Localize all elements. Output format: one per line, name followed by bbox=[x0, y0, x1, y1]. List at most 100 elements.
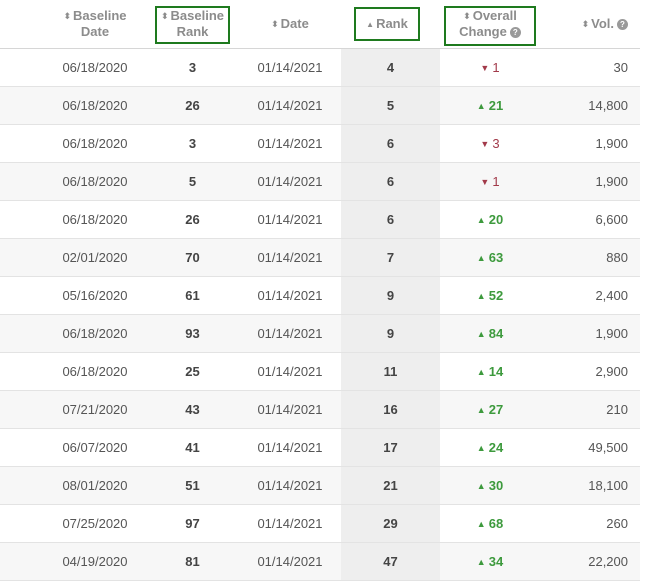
rank-cell: 6 bbox=[386, 174, 395, 189]
help-icon[interactable]: ? bbox=[617, 19, 628, 30]
up-arrow-icon: ▲ bbox=[476, 328, 486, 339]
overall-change-cell: ▲ 27 bbox=[444, 391, 536, 428]
table-row[interactable]: 06/18/2020 3 01/14/2021 4 ▼ 1 30 bbox=[0, 49, 640, 87]
rank-cell: 47 bbox=[383, 554, 398, 569]
table-header: ⬍ Baseline Date ⬍ Baseline Rank ⬍ Date ▲ Ran… bbox=[0, 0, 640, 49]
change-indicator: ▲ 63 bbox=[477, 250, 503, 265]
overall-change-cell: ▲ 20 bbox=[444, 201, 536, 238]
vol-cell: 880 bbox=[606, 250, 628, 265]
highlight-box-overall-change bbox=[444, 6, 536, 46]
up-arrow-icon: ▲ bbox=[476, 214, 486, 225]
vol-cell: 210 bbox=[606, 402, 628, 417]
change-value: 24 bbox=[488, 440, 504, 455]
rank-cell: 9 bbox=[386, 326, 395, 341]
table-row[interactable]: 06/18/2020 5 01/14/2021 6 ▼ 1 1,900 bbox=[0, 163, 640, 201]
rank-cell: 29 bbox=[383, 516, 398, 531]
baseline-rank-cell: 26 bbox=[185, 212, 200, 227]
baseline-date-cell: 06/18/2020 bbox=[62, 174, 128, 189]
up-arrow-icon: ▲ bbox=[476, 518, 486, 529]
change-value: 27 bbox=[488, 402, 504, 417]
rank-cell: 16 bbox=[383, 402, 398, 417]
table-row[interactable]: 04/19/2020 81 01/14/2021 47 ▲ 34 22,200 bbox=[0, 543, 640, 581]
ranking-table: ⬍ Baseline Date ⬍ Baseline Rank ⬍ Date ▲ Ran… bbox=[0, 0, 640, 581]
overall-change-cell: ▲ 14 bbox=[444, 353, 536, 390]
sort-icon: ⬍ bbox=[271, 19, 279, 29]
table-row[interactable]: 06/18/2020 26 01/14/2021 6 ▲ 20 6,600 bbox=[0, 201, 640, 239]
overall-change-cell: ▲ 34 bbox=[444, 543, 536, 580]
baseline-rank-cell: 93 bbox=[185, 326, 200, 341]
table-row[interactable]: 05/16/2020 61 01/14/2021 9 ▲ 52 2,400 bbox=[0, 277, 640, 315]
table-row[interactable]: 07/25/2020 97 01/14/2021 29 ▲ 68 260 bbox=[0, 505, 640, 543]
vol-cell: 14,800 bbox=[588, 98, 628, 113]
date-cell: 01/14/2021 bbox=[257, 98, 323, 113]
table-row[interactable]: 06/18/2020 26 01/14/2021 5 ▲ 21 14,800 bbox=[0, 87, 640, 125]
rank-cell: 6 bbox=[386, 212, 395, 227]
baseline-rank-cell: 61 bbox=[185, 288, 200, 303]
baseline-date-cell: 06/18/2020 bbox=[62, 136, 128, 151]
table-row[interactable]: 06/18/2020 3 01/14/2021 6 ▼ 3 1,900 bbox=[0, 125, 640, 163]
change-indicator: ▲ 52 bbox=[477, 288, 503, 303]
table-row[interactable]: 07/21/2020 43 01/14/2021 16 ▲ 27 210 bbox=[0, 391, 640, 429]
date-cell: 01/14/2021 bbox=[257, 288, 323, 303]
baseline-rank-cell: 43 bbox=[185, 402, 200, 417]
baseline-date-cell: 07/21/2020 bbox=[62, 402, 128, 417]
column-header-baseline-date[interactable]: ⬍ Baseline Date bbox=[30, 0, 160, 48]
column-header-vol[interactable]: ⬍ Vol.? bbox=[540, 0, 640, 48]
date-cell: 01/14/2021 bbox=[257, 554, 323, 569]
baseline-date-cell: 07/25/2020 bbox=[62, 516, 128, 531]
overall-change-cell: ▲ 30 bbox=[444, 467, 536, 504]
change-indicator: ▲ 14 bbox=[477, 364, 503, 379]
baseline-date-cell: 06/18/2020 bbox=[62, 364, 128, 379]
table-row[interactable]: 06/18/2020 93 01/14/2021 9 ▲ 84 1,900 bbox=[0, 315, 640, 353]
change-indicator: ▼ 3 bbox=[480, 136, 499, 151]
baseline-date-cell: 06/07/2020 bbox=[62, 440, 128, 455]
baseline-rank-cell: 5 bbox=[188, 174, 197, 189]
table-row[interactable]: 08/01/2020 51 01/14/2021 21 ▲ 30 18,100 bbox=[0, 467, 640, 505]
rank-cell: 5 bbox=[386, 98, 395, 113]
change-indicator: ▼ 1 bbox=[480, 60, 499, 75]
date-cell: 01/14/2021 bbox=[257, 402, 323, 417]
rank-cell: 17 bbox=[383, 440, 398, 455]
down-arrow-icon: ▼ bbox=[480, 176, 490, 187]
highlight-box-baseline-rank bbox=[155, 6, 230, 44]
change-value: 14 bbox=[488, 364, 504, 379]
change-indicator: ▲ 27 bbox=[477, 402, 503, 417]
vol-cell: 6,600 bbox=[595, 212, 628, 227]
column-header-date[interactable]: ⬍ Date bbox=[240, 0, 340, 48]
up-arrow-icon: ▲ bbox=[476, 556, 486, 567]
vol-cell: 1,900 bbox=[595, 174, 628, 189]
change-value: 34 bbox=[488, 554, 504, 569]
table-row[interactable]: 06/18/2020 25 01/14/2021 11 ▲ 14 2,900 bbox=[0, 353, 640, 391]
change-value: 1 bbox=[492, 60, 500, 75]
change-indicator: ▲ 68 bbox=[477, 516, 503, 531]
overall-change-cell: ▼ 1 bbox=[444, 163, 536, 200]
up-arrow-icon: ▲ bbox=[476, 290, 486, 301]
change-indicator: ▲ 84 bbox=[477, 326, 503, 341]
baseline-date-cell: 06/18/2020 bbox=[62, 60, 128, 75]
down-arrow-icon: ▼ bbox=[480, 138, 490, 149]
table-row[interactable]: 02/01/2020 70 01/14/2021 7 ▲ 63 880 bbox=[0, 239, 640, 277]
overall-change-cell: ▲ 52 bbox=[444, 277, 536, 314]
baseline-rank-cell: 25 bbox=[185, 364, 200, 379]
change-value: 20 bbox=[488, 212, 504, 227]
change-value: 52 bbox=[488, 288, 504, 303]
rank-cell: 6 bbox=[386, 136, 395, 151]
baseline-rank-cell: 97 bbox=[185, 516, 200, 531]
rank-cell: 9 bbox=[386, 288, 395, 303]
date-cell: 01/14/2021 bbox=[257, 212, 323, 227]
baseline-date-cell: 06/18/2020 bbox=[62, 98, 128, 113]
vol-cell: 260 bbox=[606, 516, 628, 531]
baseline-rank-cell: 51 bbox=[185, 478, 200, 493]
rank-cell: 11 bbox=[383, 364, 398, 379]
table-row[interactable]: 06/07/2020 41 01/14/2021 17 ▲ 24 49,500 bbox=[0, 429, 640, 467]
change-value: 21 bbox=[488, 98, 504, 113]
baseline-date-cell: 05/16/2020 bbox=[62, 288, 128, 303]
date-cell: 01/14/2021 bbox=[257, 174, 323, 189]
baseline-rank-cell: 81 bbox=[185, 554, 200, 569]
rank-cell: 4 bbox=[386, 60, 395, 75]
change-value: 68 bbox=[488, 516, 504, 531]
highlight-box-rank bbox=[354, 7, 420, 41]
up-arrow-icon: ▲ bbox=[476, 366, 486, 377]
vol-cell: 1,900 bbox=[595, 136, 628, 151]
change-indicator: ▲ 30 bbox=[477, 478, 503, 493]
